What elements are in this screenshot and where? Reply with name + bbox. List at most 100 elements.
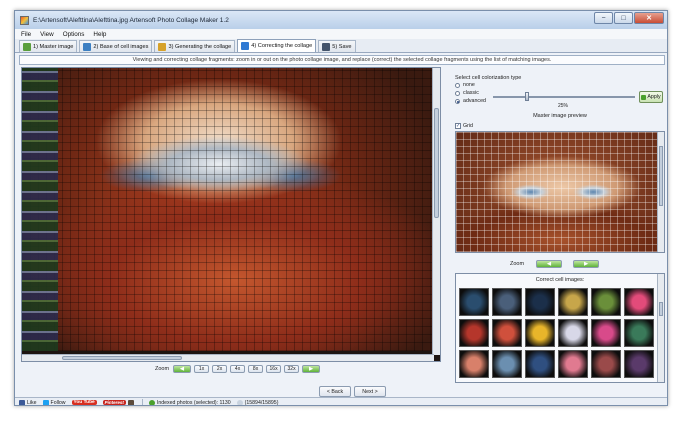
floppy-disk-icon [322,42,331,51]
status-bar: Like Follow You Tube Pinterest Indexed p… [15,397,667,406]
scrollbar-thumb[interactable] [659,146,663,206]
menu-file[interactable]: File [21,31,31,38]
radio-label: advanced [463,98,486,104]
cell-image-thumbnail[interactable] [459,319,489,347]
wizard-navigation: < Back Next > [319,386,389,397]
zoom-2x-button[interactable]: 2x [212,365,228,373]
menu-help[interactable]: Help [93,31,106,38]
menu-options[interactable]: Options [63,31,85,38]
correct-cell-images-panel: Correct cell images: [455,273,665,383]
cell-image-thumbnail[interactable] [525,350,555,378]
zoom-in-button[interactable]: ▶ [302,365,321,373]
tab-label: 5) Save [332,43,352,50]
facebook-like-link[interactable]: Like [19,399,37,405]
preview-zoom-out-button[interactable]: ◀ [536,260,563,268]
back-button[interactable]: < Back [319,386,351,397]
cell-image-thumbnail[interactable] [558,350,588,378]
next-button[interactable]: Next > [354,386,386,397]
download-icon [83,42,92,51]
collage-horizontal-scrollbar[interactable] [22,354,434,361]
zoom-8x-button[interactable]: 8x [248,365,264,373]
cell-image-thumbnail[interactable] [624,350,654,378]
image-icon [23,42,31,51]
cell-image-thumbnail[interactable] [558,288,588,316]
cell-image-thumbnail[interactable] [525,319,555,347]
scrollbar-thumb[interactable] [659,302,663,316]
apply-button[interactable]: Apply [639,91,663,103]
zoom-out-button[interactable]: ◀ [173,365,192,373]
scrollbar-thumb[interactable] [62,356,182,360]
check-circle-icon [148,399,155,405]
tab-correcting-the-collage[interactable]: 4) Correcting the collage [237,39,317,52]
colorization-slider[interactable] [493,96,635,98]
preview-scrollbar[interactable] [657,132,664,252]
tab-base-of-cell-images[interactable]: 2) Base of cell images [79,40,153,52]
cell-image-thumbnail[interactable] [525,288,555,316]
cell-image-thumbnail[interactable] [624,319,654,347]
menu-view[interactable]: View [40,31,54,38]
cell-image-thumbnail[interactable] [624,288,654,316]
radio-label: classic [463,90,479,96]
tab-master-image[interactable]: 1) Master image [19,40,78,52]
radio-button[interactable] [455,90,460,96]
cell-image-thumbnail[interactable] [459,288,489,316]
collage-vertical-scrollbar[interactable] [432,68,440,355]
colorization-slider-thumb[interactable] [525,92,529,101]
cell-image-thumbnail[interactable] [558,319,588,347]
grid-checkbox[interactable]: ✓ [455,123,461,129]
youtube-link[interactable]: You Tube [71,400,97,405]
close-button[interactable]: ✕ [634,12,664,24]
app-logo-icon [20,15,29,25]
instagram-icon[interactable] [127,399,134,405]
window-title: E:\Artensoft\Alefttina\Alefttina.jpg Art… [33,16,229,24]
app-window: E:\Artensoft\Alefttina\Alefttina.jpg Art… [14,10,668,406]
magic-wand-icon [158,42,167,51]
instruction-text: Viewing and correcting collage fragments… [19,55,665,65]
collage-viewer[interactable] [21,67,441,362]
scrollbar-thumb[interactable] [434,108,439,218]
cell-image-thumbnail[interactable] [492,288,522,316]
photo-count-status: (15894/15895) [236,399,278,405]
colorization-panel: Select cell colorization type none class… [455,75,665,111]
collage-zoom-controls: Zoom ◀ 1x 2x 4x 8x 16x 32x ▶ [155,364,323,374]
cells-scrollbar[interactable] [657,274,664,382]
preview-zoom-controls: Zoom ◀ ▶ [510,260,602,268]
cell-image-thumbnail[interactable] [459,350,489,378]
twitter-label: Follow [50,399,66,406]
grid-toggle[interactable]: ✓ Grid [455,123,473,129]
minimize-button[interactable]: − [594,12,613,24]
tab-generating-the-collage[interactable]: 3) Generating the collage [154,40,236,52]
zoom-label: Zoom [155,366,170,372]
cell-image-thumbnail[interactable] [492,319,522,347]
maximize-button[interactable]: □ [614,12,633,24]
zoom-1x-button[interactable]: 1x [194,365,210,373]
cell-image-thumbnail[interactable] [591,288,621,316]
facebook-icon [19,399,25,405]
pinterest-link[interactable]: Pinterest [102,399,136,405]
zoom-32x-button[interactable]: 32x [284,365,300,373]
radio-button[interactable] [455,98,460,104]
status-divider [141,399,143,405]
cells-title: Correct cell images: [535,277,585,283]
radio-none[interactable]: none [455,81,665,89]
collage-image[interactable] [22,68,432,351]
master-image-preview[interactable] [455,131,665,253]
twitter-follow-link[interactable]: Follow [42,399,66,406]
tab-save[interactable]: 5) Save [318,40,356,52]
twitter-icon [42,399,49,405]
preview-zoom-in-button[interactable]: ▶ [573,260,600,268]
grid-label: Grid [463,123,474,129]
cube-icon [241,42,250,50]
tab-label: 3) Generating the collage [168,43,232,50]
cell-image-thumbnail[interactable] [591,350,621,378]
radio-button[interactable] [455,82,460,88]
check-icon [641,94,647,100]
cell-image-thumbnail[interactable] [492,350,522,378]
zoom-4x-button[interactable]: 4x [230,365,246,373]
zoom-16x-button[interactable]: 16x [266,365,282,373]
tab-label: 4) Correcting the collage [251,43,313,49]
zoom-label: Zoom [510,261,525,267]
cell-image-grid [459,288,655,378]
cell-image-thumbnail[interactable] [591,319,621,347]
preview-grid-overlay [456,132,664,252]
